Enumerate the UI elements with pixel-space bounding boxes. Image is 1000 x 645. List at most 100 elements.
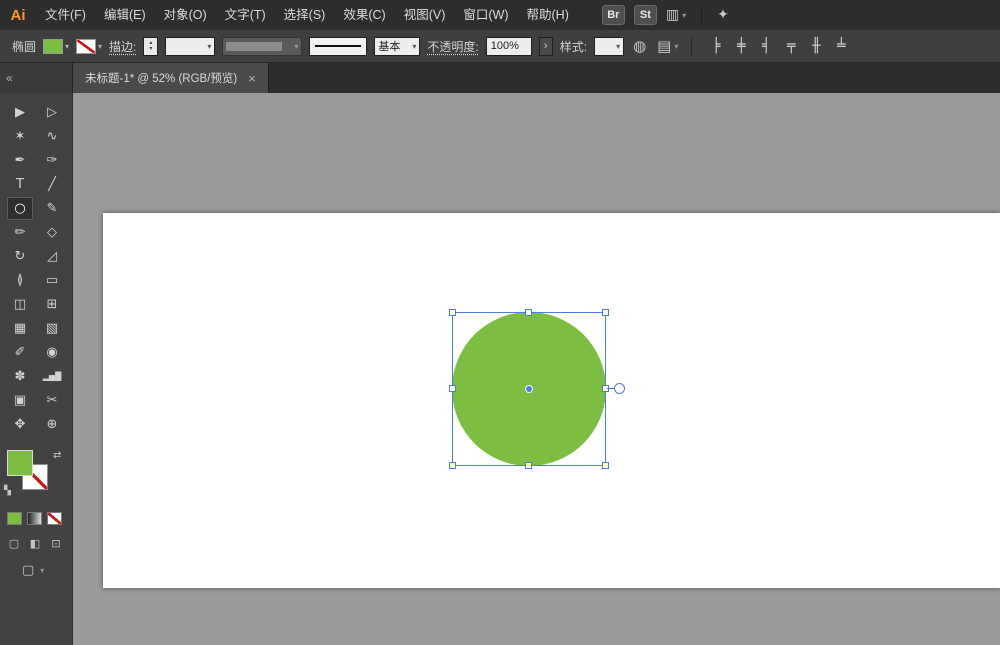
stroke-weight-dropdown[interactable]: ▾ <box>165 37 215 56</box>
handle-bottom-right[interactable] <box>602 462 609 469</box>
draw-behind-button[interactable]: ◧ <box>27 536 43 550</box>
align-right-icon[interactable]: ╡ <box>759 38 773 54</box>
close-icon[interactable]: × <box>248 71 256 86</box>
menu-window[interactable]: 窗口(W) <box>454 0 517 30</box>
stepper-down-icon[interactable]: ▾ <box>149 46 152 52</box>
canvas[interactable] <box>73 93 1000 645</box>
handle-top-left[interactable] <box>449 309 456 316</box>
align-left-icon[interactable]: ╞ <box>709 38 723 54</box>
pencil-tool[interactable]: ✏ <box>7 221 33 244</box>
screen-mode-icon: ▢ <box>22 563 34 578</box>
menu-items: 文件(F)编辑(E)对象(O)文字(T)选择(S)效果(C)视图(V)窗口(W)… <box>36 0 578 30</box>
default-fill-stroke-icon[interactable]: ▚ <box>4 486 11 496</box>
none-button[interactable] <box>47 512 62 525</box>
chevron-down-icon: ▾ <box>682 11 686 20</box>
direct-selection-tool[interactable]: ▷ <box>39 101 65 124</box>
perspective-grid-tool[interactable]: ⊞ <box>39 293 65 316</box>
gradient-button[interactable] <box>27 512 42 525</box>
zoom-tool[interactable]: ⊕ <box>39 413 65 436</box>
screen-mode-button[interactable]: ▢ ▾ <box>0 563 72 578</box>
type-tool[interactable]: T <box>7 173 33 196</box>
double-chevron-icon: « <box>6 71 13 85</box>
eraser-tool[interactable]: ◇ <box>39 221 65 244</box>
hand-tool[interactable]: ✥ <box>7 413 33 436</box>
handle-top-right[interactable] <box>602 309 609 316</box>
app-logo-icon[interactable]: Ai <box>0 0 36 30</box>
symbol-sprayer-tool[interactable]: ✽ <box>7 365 33 388</box>
style-dropdown[interactable]: ▾ <box>594 37 624 56</box>
shape-builder-tool[interactable]: ◫ <box>7 293 33 316</box>
menu-select[interactable]: 选择(S) <box>275 0 335 30</box>
chevron-down-icon: ▾ <box>294 42 298 51</box>
free-transform-tool[interactable]: ▭ <box>39 269 65 292</box>
align-top-icon[interactable]: ╤ <box>784 38 798 54</box>
eyedropper-tool[interactable]: ✐ <box>7 341 33 364</box>
pen-tool[interactable]: ✒ <box>7 149 33 172</box>
stock-button[interactable]: St <box>634 5 657 25</box>
menu-effect[interactable]: 效果(C) <box>334 0 394 30</box>
selection-tool[interactable]: ▶ <box>7 101 33 124</box>
stroke-color-combo[interactable]: ▾ <box>76 39 102 54</box>
bridge-button[interactable]: Br <box>602 5 625 25</box>
handle-top-center[interactable] <box>525 309 532 316</box>
swap-fill-stroke-icon[interactable]: ⇄ <box>53 450 61 461</box>
workspace-switcher-icon[interactable]: ✦ <box>717 7 729 23</box>
chevron-down-icon: ▾ <box>207 42 211 51</box>
stroke-none-swatch[interactable] <box>76 39 96 54</box>
chevron-down-icon: ▾ <box>674 42 678 51</box>
curvature-tool[interactable]: ✑ <box>39 149 65 172</box>
blend-tool[interactable]: ◉ <box>39 341 65 364</box>
handle-middle-left[interactable] <box>449 385 456 392</box>
brush-definition-dropdown[interactable]: 基本 ▾ <box>374 37 420 56</box>
fill-color-combo[interactable]: ▾ <box>43 39 69 54</box>
line-segment-tool[interactable]: ╱ <box>39 173 65 196</box>
opacity-input[interactable]: 100% <box>486 37 532 56</box>
control-bar: 椭圆 ▾ ▾ 描边: ▴ ▾ ▾ ▾ 基本 ▾ 不透明度: 10 <box>0 30 1000 63</box>
menu-help[interactable]: 帮助(H) <box>518 0 578 30</box>
fill-swatch-indicator[interactable] <box>7 450 33 476</box>
handle-bottom-center[interactable] <box>525 462 532 469</box>
menu-file[interactable]: 文件(F) <box>36 0 95 30</box>
slice-tool[interactable]: ✂ <box>39 389 65 412</box>
stroke-weight-label[interactable]: 描边: <box>109 38 136 55</box>
rotate-tool[interactable]: ↻ <box>7 245 33 268</box>
recolor-artwork-icon[interactable]: ◍ <box>633 37 646 55</box>
menu-bar: Ai 文件(F)编辑(E)对象(O)文字(T)选择(S)效果(C)视图(V)窗口… <box>0 0 1000 30</box>
document-setup-button[interactable]: ▤ ▾ <box>657 37 678 55</box>
align-middle-icon[interactable]: ╫ <box>809 38 823 54</box>
center-anchor-point[interactable] <box>525 385 533 393</box>
brush-stroke-preview <box>309 37 367 56</box>
arrange-documents-button[interactable]: ▥ ▾ <box>666 7 686 23</box>
paintbrush-tool[interactable]: ✎ <box>39 197 65 220</box>
magic-wand-tool[interactable]: ✶ <box>7 125 33 148</box>
mesh-tool[interactable]: ▦ <box>7 317 33 340</box>
menu-object[interactable]: 对象(O) <box>155 0 216 30</box>
menu-view[interactable]: 视图(V) <box>395 0 455 30</box>
document-tab-bar: « 未标题-1* @ 52% (RGB/预览) × <box>0 63 1000 93</box>
color-button[interactable] <box>7 512 22 525</box>
gradient-tool[interactable]: ▧ <box>39 317 65 340</box>
fill-color-swatch[interactable] <box>43 39 63 54</box>
align-icons-group: ╞ ╪ ╡ ╤ ╫ ╧ <box>709 38 848 54</box>
align-bottom-icon[interactable]: ╧ <box>834 38 848 54</box>
menu-edit[interactable]: 编辑(E) <box>95 0 155 30</box>
live-shape-widget[interactable] <box>614 383 625 394</box>
ellipse-tool[interactable]: ○ <box>7 197 33 220</box>
column-graph-tool[interactable]: ▂▅█ <box>39 365 65 388</box>
handle-bottom-left[interactable] <box>449 462 456 469</box>
opacity-more-button[interactable]: › <box>539 37 553 56</box>
draw-normal-button[interactable]: ▢ <box>6 536 22 550</box>
document-tab[interactable]: 未标题-1* @ 52% (RGB/预览) × <box>73 63 269 93</box>
lasso-tool[interactable]: ∿ <box>39 125 65 148</box>
width-tool[interactable]: ≬ <box>7 269 33 292</box>
artboard-tool[interactable]: ▣ <box>7 389 33 412</box>
collapse-tool-panel-button[interactable]: « <box>0 63 73 93</box>
draw-inside-button[interactable]: ⊡ <box>48 536 64 550</box>
scale-tool[interactable]: ◿ <box>39 245 65 268</box>
menu-type[interactable]: 文字(T) <box>216 0 275 30</box>
selection-connector-line <box>607 388 614 389</box>
opacity-label[interactable]: 不透明度: <box>427 38 478 55</box>
variable-width-profile-dropdown: ▾ <box>222 37 302 56</box>
align-center-icon[interactable]: ╪ <box>734 38 748 54</box>
stroke-weight-stepper[interactable]: ▴ ▾ <box>143 37 158 56</box>
